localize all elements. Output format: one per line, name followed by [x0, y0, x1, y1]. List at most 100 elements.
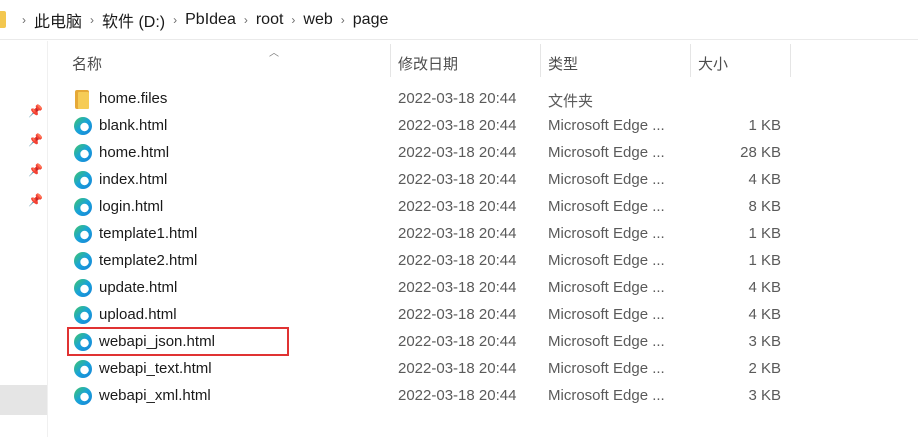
folder-icon: [75, 90, 89, 109]
column-header-row: ︿ 名称 修改日期 类型 大小: [48, 41, 918, 81]
file-row[interactable]: template2.html 2022-03-18 20:44 Microsoft …: [48, 248, 918, 275]
edge-icon: [74, 198, 92, 216]
pin-icon: 📌: [28, 163, 43, 177]
file-modified-date: 2022-03-18 20:44: [398, 171, 517, 188]
file-size: 3 KB: [748, 387, 781, 404]
file-type: Microsoft Edge ...: [548, 171, 665, 188]
breadcrumb-item[interactable]: root: [256, 11, 284, 29]
file-size: 4 KB: [748, 306, 781, 323]
file-row[interactable]: home.html 2022-03-18 20:44 Microsoft Edge …: [48, 140, 918, 167]
file-name: home.files: [99, 90, 168, 107]
file-modified-date: 2022-03-18 20:44: [398, 306, 517, 323]
breadcrumb: › 此电脑 › 软件 (D:) › PbIdea › root › web › page: [14, 0, 388, 40]
breadcrumb-separator-icon[interactable]: ›: [90, 13, 94, 27]
file-row[interactable]: webapi_text.html 2022-03-18 20:44 Microsof…: [48, 356, 918, 383]
file-type: Microsoft Edge ...: [548, 387, 665, 404]
file-name: webapi_xml.html: [99, 387, 211, 404]
navigation-pane: 📌 📌 📌 📌: [0, 41, 47, 437]
file-type: Microsoft Edge ...: [548, 333, 665, 350]
sort-ascending-icon: ︿: [269, 48, 279, 59]
breadcrumb-item[interactable]: 软件 (D:): [102, 8, 165, 32]
pin-icon: 📌: [28, 104, 43, 118]
file-size: 1 KB: [748, 117, 781, 134]
edge-icon: [74, 387, 92, 405]
edge-icon: [74, 279, 92, 297]
breadcrumb-separator-icon[interactable]: ›: [341, 13, 345, 27]
file-row[interactable]: webapi_json.html 2022-03-18 20:44 Microsof…: [48, 329, 918, 356]
file-type: Microsoft Edge ...: [548, 144, 665, 161]
file-modified-date: 2022-03-18 20:44: [398, 279, 517, 296]
edge-icon: [74, 144, 92, 162]
breadcrumb-separator-icon[interactable]: ›: [291, 13, 295, 27]
column-header-size[interactable]: 大小: [698, 53, 728, 74]
file-size: 1 KB: [748, 225, 781, 242]
pin-icon: 📌: [28, 133, 43, 147]
file-modified-date: 2022-03-18 20:44: [398, 360, 517, 377]
column-header-type[interactable]: 类型: [548, 53, 578, 74]
file-type: Microsoft Edge ...: [548, 117, 665, 134]
edge-icon: [74, 117, 92, 135]
file-name: upload.html: [99, 306, 177, 323]
file-row[interactable]: login.html 2022-03-18 20:44 Microsoft Edge…: [48, 194, 918, 221]
file-name: template1.html: [99, 225, 198, 242]
file-type: Microsoft Edge ...: [548, 252, 665, 269]
file-row[interactable]: upload.html 2022-03-18 20:44 Microsoft Edg…: [48, 302, 918, 329]
breadcrumb-separator-icon[interactable]: ›: [173, 13, 177, 27]
column-resize-handle[interactable]: [390, 44, 391, 77]
file-modified-date: 2022-03-18 20:44: [398, 198, 517, 215]
edge-icon: [74, 360, 92, 378]
file-type: 文件夹: [548, 93, 594, 110]
file-modified-date: 2022-03-18 20:44: [398, 387, 517, 404]
folder-icon: [0, 11, 6, 28]
column-resize-handle[interactable]: [540, 44, 541, 77]
file-size: 1 KB: [748, 252, 781, 269]
file-size: 2 KB: [748, 360, 781, 377]
nav-selected-item[interactable]: [0, 385, 47, 415]
breadcrumb-item[interactable]: PbIdea: [185, 11, 236, 29]
file-modified-date: 2022-03-18 20:44: [398, 333, 517, 350]
file-modified-date: 2022-03-18 20:44: [398, 144, 517, 161]
address-bar[interactable]: › 此电脑 › 软件 (D:) › PbIdea › root › web › page: [0, 0, 918, 40]
file-size: 28 KB: [740, 144, 781, 161]
file-name: template2.html: [99, 252, 198, 269]
file-explorer-window: › 此电脑 › 软件 (D:) › PbIdea › root › web › page 📌 📌 📌 …: [0, 0, 918, 437]
file-name: index.html: [99, 171, 168, 188]
file-name: login.html: [99, 198, 164, 215]
file-name: blank.html: [99, 117, 168, 134]
file-size: 4 KB: [748, 279, 781, 296]
file-row[interactable]: update.html 2022-03-18 20:44 Microsoft Edg…: [48, 275, 918, 302]
edge-icon: [74, 333, 92, 351]
edge-icon: [74, 225, 92, 243]
file-row[interactable]: webapi_xml.html 2022-03-18 20:44 Microsoft…: [48, 383, 918, 410]
file-row[interactable]: blank.html 2022-03-18 20:44 Microsoft Edge…: [48, 113, 918, 140]
breadcrumb-item[interactable]: 此电脑: [34, 8, 82, 32]
file-size: 3 KB: [748, 333, 781, 350]
file-modified-date: 2022-03-18 20:44: [398, 225, 517, 242]
file-row[interactable]: home.files 2022-03-18 20:44 文件夹: [48, 86, 918, 113]
column-header-date[interactable]: 修改日期: [398, 53, 458, 74]
file-modified-date: 2022-03-18 20:44: [398, 252, 517, 269]
file-name: webapi_json.html: [99, 333, 215, 350]
file-modified-date: 2022-03-18 20:44: [398, 90, 517, 107]
file-name: home.html: [99, 144, 170, 161]
file-row[interactable]: index.html 2022-03-18 20:44 Microsoft Edge…: [48, 167, 918, 194]
file-type: Microsoft Edge ...: [548, 279, 665, 296]
file-row[interactable]: template1.html 2022-03-18 20:44 Microsoft …: [48, 221, 918, 248]
column-header-name[interactable]: 名称: [72, 53, 102, 74]
pin-icon: 📌: [28, 193, 43, 207]
file-size: 8 KB: [748, 198, 781, 215]
breadcrumb-item[interactable]: web: [303, 11, 332, 29]
edge-icon: [74, 252, 92, 270]
file-name: update.html: [99, 279, 178, 296]
breadcrumb-separator-icon[interactable]: ›: [22, 13, 26, 27]
file-type: Microsoft Edge ...: [548, 225, 665, 242]
breadcrumb-separator-icon[interactable]: ›: [244, 13, 248, 27]
file-list: home.files 2022-03-18 20:44 文件夹 blank.html 2…: [48, 86, 918, 410]
column-resize-handle[interactable]: [690, 44, 691, 77]
edge-icon: [74, 306, 92, 324]
file-type: Microsoft Edge ...: [548, 306, 665, 323]
edge-icon: [74, 171, 92, 189]
file-type: Microsoft Edge ...: [548, 360, 665, 377]
breadcrumb-item[interactable]: page: [353, 11, 389, 29]
column-resize-handle[interactable]: [790, 44, 791, 77]
